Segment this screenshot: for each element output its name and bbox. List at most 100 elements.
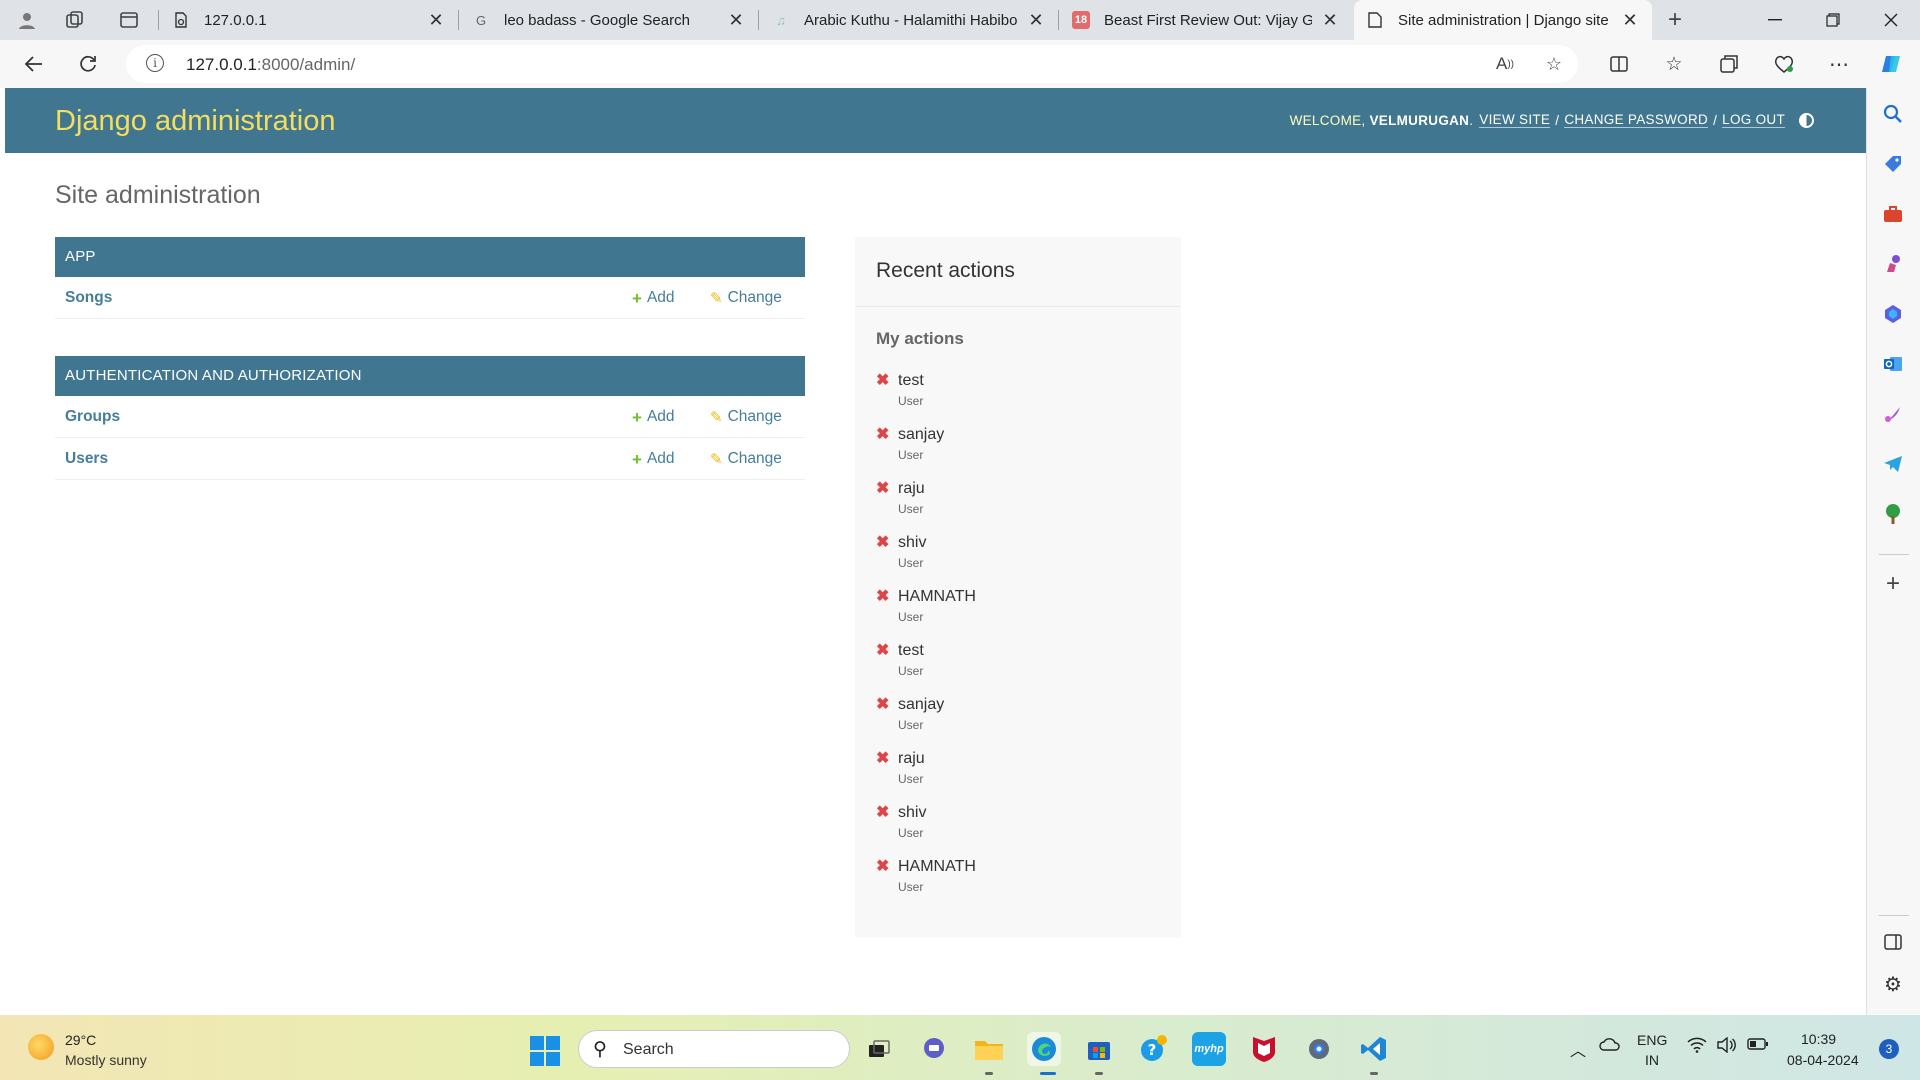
windows-start-icon[interactable] — [530, 1036, 560, 1066]
add-users-link[interactable]: + Add — [632, 450, 675, 468]
pencil-icon: ✎ — [710, 409, 723, 426]
add-songs-link[interactable]: + Add — [632, 289, 675, 307]
change-password-link[interactable]: CHANGE PASSWORD — [1564, 112, 1709, 128]
designer-icon[interactable] — [1879, 400, 1907, 428]
change-groups-link[interactable]: ✎ Change — [710, 408, 782, 426]
clock-date[interactable]: 08-04-2024 — [1787, 1052, 1859, 1068]
browser-essentials-icon[interactable] — [1766, 48, 1802, 80]
web-page: Django administration WELCOME, VELMURUGA… — [5, 88, 1866, 1015]
back-arrow-icon[interactable] — [16, 48, 52, 80]
favorite-star-icon[interactable]: ☆ — [1540, 51, 1568, 77]
action-type: User — [898, 772, 924, 786]
change-songs-link[interactable]: ✎ Change — [710, 289, 782, 307]
add-sidebar-app-icon[interactable]: + — [1879, 570, 1907, 598]
action-object: shiv — [898, 534, 927, 551]
close-tab-icon[interactable]: ✕ — [426, 10, 446, 31]
wifi-icon[interactable] — [1687, 1037, 1707, 1058]
mcafee-icon[interactable] — [1247, 1032, 1281, 1066]
show-hidden-icons-chevron[interactable]: ︿ — [1570, 1037, 1586, 1061]
more-options-icon[interactable]: ⋯ — [1821, 48, 1857, 80]
sidebar-settings-icon[interactable]: ⚙ — [1879, 970, 1907, 998]
taskbar-search[interactable]: ⚲ Search — [578, 1030, 850, 1068]
app-module: APP Songs + Add ✎ Change — [55, 237, 805, 319]
onedrive-cloud-icon[interactable] — [1599, 1037, 1621, 1056]
profile-icon[interactable] — [10, 4, 44, 36]
language-indicator-top[interactable]: ENG — [1637, 1032, 1667, 1048]
view-site-link[interactable]: VIEW SITE — [1479, 112, 1551, 128]
edge-browser-icon[interactable] — [1027, 1032, 1061, 1066]
search-icon[interactable] — [1879, 100, 1907, 128]
games-icon[interactable] — [1879, 250, 1907, 278]
page-lock-icon — [172, 11, 190, 29]
hide-sidebar-icon[interactable] — [1879, 928, 1907, 956]
microsoft-store-icon[interactable] — [1082, 1032, 1116, 1066]
site-brand-link[interactable]: Django administration — [55, 105, 335, 138]
task-view-icon[interactable] — [862, 1032, 896, 1066]
action-type: User — [898, 610, 924, 624]
workspaces-icon[interactable] — [58, 4, 92, 36]
telegram-icon[interactable] — [1879, 450, 1907, 478]
weather-sun-icon[interactable] — [28, 1034, 54, 1060]
file-explorer-icon[interactable] — [972, 1032, 1006, 1066]
microsoft-365-icon[interactable] — [1879, 300, 1907, 328]
new-tab-icon[interactable]: + — [1658, 4, 1692, 36]
restore-icon[interactable] — [1805, 0, 1861, 40]
log-out-link[interactable]: LOG OUT — [1722, 112, 1785, 128]
model-link-users[interactable]: Users — [65, 450, 108, 468]
collections-icon[interactable] — [1711, 48, 1747, 80]
deletion-icon: ✖ — [876, 426, 890, 443]
close-tab-icon[interactable]: ✕ — [726, 10, 746, 31]
outlook-icon[interactable] — [1879, 350, 1907, 378]
battery-icon[interactable] — [1747, 1037, 1769, 1056]
module-caption[interactable]: AUTHENTICATION AND AUTHORIZATION — [55, 356, 805, 396]
change-users-link[interactable]: ✎ Change — [710, 450, 782, 468]
tab-django-admin[interactable]: Site administration | Django site ✕ — [1354, 0, 1652, 40]
weather-temperature[interactable]: 29°C — [65, 1032, 96, 1048]
settings-gear-icon[interactable] — [1302, 1032, 1336, 1066]
close-tab-icon[interactable]: ✕ — [1320, 10, 1340, 31]
notification-count-badge[interactable]: 3 — [1879, 1039, 1899, 1059]
get-help-icon[interactable]: ? — [1137, 1032, 1171, 1066]
model-link-songs[interactable]: Songs — [65, 289, 112, 307]
deletion-icon: ✖ — [876, 696, 890, 713]
close-tab-icon[interactable]: ✕ — [1620, 10, 1640, 31]
tab-title: 127.0.0.1 — [204, 11, 267, 29]
read-aloud-icon[interactable]: A)) — [1491, 51, 1519, 77]
tab-actions-icon[interactable] — [112, 4, 146, 36]
tab-google-search[interactable]: G leo badass - Google Search ✕ — [460, 0, 758, 40]
vscode-icon[interactable] — [1357, 1032, 1391, 1066]
refresh-icon[interactable] — [70, 48, 106, 80]
tree-icon[interactable] — [1879, 500, 1907, 528]
url-text[interactable]: 127.0.0.1:8000/admin/ — [186, 55, 355, 75]
site-info-icon[interactable]: i — [146, 54, 164, 72]
address-bar[interactable]: i 127.0.0.1:8000/admin/ A)) ☆ — [126, 45, 1578, 83]
deletion-icon: ✖ — [876, 804, 890, 821]
myhp-icon[interactable]: myhp — [1192, 1032, 1226, 1066]
volume-icon[interactable] — [1717, 1036, 1737, 1058]
tab-beast-review[interactable]: 18 Beast First Review Out: Vijay Give ✕ — [1060, 0, 1352, 40]
chat-icon[interactable] — [917, 1032, 951, 1066]
action-object: sanjay — [898, 696, 945, 713]
clock-time[interactable]: 10:39 — [1801, 1031, 1836, 1047]
weather-condition[interactable]: Mostly sunny — [65, 1052, 147, 1068]
deletion-icon: ✖ — [876, 588, 890, 605]
copilot-icon[interactable] — [1874, 48, 1910, 80]
add-label: Add — [646, 408, 675, 425]
deletion-icon: ✖ — [876, 372, 890, 389]
favorites-icon[interactable]: ☆ — [1656, 48, 1692, 80]
action-object: test — [898, 372, 924, 389]
tab-localhost[interactable]: 127.0.0.1 ✕ — [160, 0, 458, 40]
add-groups-link[interactable]: + Add — [632, 408, 675, 426]
tab-arabic-kuthu[interactable]: ♫ Arabic Kuthu - Halamithi Habibo ✕ — [760, 0, 1058, 40]
theme-toggle-icon[interactable] — [1799, 112, 1814, 128]
close-window-icon[interactable] — [1863, 0, 1919, 40]
language-indicator-bottom[interactable]: IN — [1645, 1052, 1659, 1068]
split-screen-icon[interactable] — [1601, 48, 1637, 80]
shopping-tag-icon[interactable] — [1879, 150, 1907, 178]
tools-icon[interactable] — [1879, 200, 1907, 228]
plus-icon: + — [632, 449, 642, 469]
close-tab-icon[interactable]: ✕ — [1026, 10, 1046, 31]
model-link-groups[interactable]: Groups — [65, 408, 120, 426]
module-caption[interactable]: APP — [55, 237, 805, 277]
minimize-icon[interactable] — [1747, 0, 1803, 40]
